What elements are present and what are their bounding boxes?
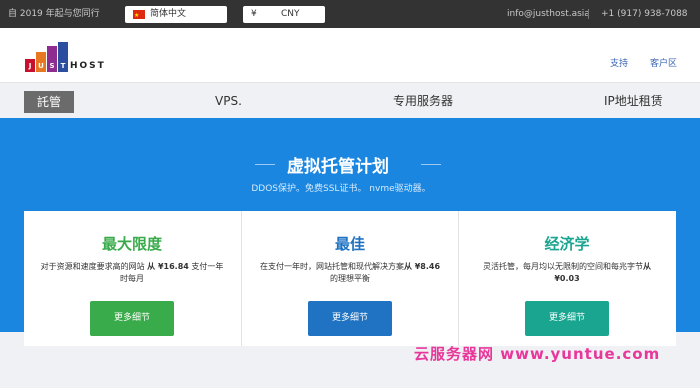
- main-nav: 託管 VPS. 专用服务器 IP地址租赁: [0, 82, 700, 119]
- title-decoration-line: [421, 164, 441, 165]
- since-text: 自 2019 年起与您同行: [8, 9, 100, 19]
- plan-desc-text: 在支付一年时，网站托管和现代解决方案: [259, 262, 404, 271]
- logo-letter: U: [38, 62, 44, 70]
- plan-card-optimal: 最佳 在支付一年时，网站托管和现代解决方案从 ¥8.46 的理想平衡 更多细节: [241, 211, 458, 346]
- logo-host-text: HOST: [70, 61, 106, 71]
- hero-title: 虚拟托管计划: [287, 157, 389, 177]
- plan-description: 在支付一年时，网站托管和现代解决方案从 ¥8.46 的理想平衡: [256, 261, 444, 285]
- plan-title: 最佳: [334, 235, 365, 253]
- plan-desc-text: 灵活托管，每月均以无限制的空间和每兆字节: [483, 262, 643, 271]
- top-bar: 自 2019 年起与您同行 简体中文 ¥ CNY info@justhost.a…: [0, 0, 700, 28]
- plan-desc-text: 的理想平衡: [330, 274, 370, 283]
- nav-item-dedicated[interactable]: 专用服务器: [393, 83, 453, 119]
- support-link[interactable]: 支持: [610, 56, 628, 69]
- nav-item-ip-rental[interactable]: IP地址租赁: [604, 83, 663, 119]
- language-select[interactable]: 简体中文: [125, 6, 227, 24]
- email-link[interactable]: info@justhost.asia: [507, 0, 590, 28]
- plan-card-maximum: 最大限度 对于资源和速度要求高的网站 从 ¥16.84 支付一年时每月 更多细节: [24, 211, 240, 346]
- watermark-text: 云服务器网 www.yuntue.com: [414, 345, 661, 363]
- plan-card-economy: 经济学 灵活托管，每月均以无限制的空间和每兆字节从 ¥0.03 更多细节: [458, 211, 675, 346]
- plan-description: 对于资源和速度要求高的网站 从 ¥16.84 支付一年时每月: [38, 261, 226, 285]
- plan-description: 灵活托管，每月均以无限制的空间和每兆字节从 ¥0.03: [473, 261, 661, 285]
- client-area-link[interactable]: 客户区: [650, 56, 677, 69]
- phone-link[interactable]: +1 (917) 938-7088: [601, 0, 688, 28]
- language-label: 简体中文: [150, 9, 187, 19]
- hero-subtitle: DDOS保护。免费SSL证书。 nvme驱动器。: [251, 184, 431, 194]
- nav-item-vps[interactable]: VPS.: [215, 83, 242, 119]
- logo-letter: S: [49, 62, 55, 70]
- logo-letter: J: [28, 62, 32, 70]
- china-flag-icon: [133, 7, 145, 24]
- nav-item-hosting[interactable]: 託管: [24, 91, 74, 113]
- plan-price: 从 ¥16.84: [147, 262, 189, 271]
- site-header: J U S T HOST 支持 客户区: [0, 28, 700, 82]
- currency-symbol: ¥: [251, 9, 257, 19]
- logo-letter: T: [60, 62, 66, 70]
- plan-title: 最大限度: [101, 235, 162, 253]
- currency-label: CNY: [281, 9, 300, 19]
- plan-desc-text: 对于资源和速度要求高的网站: [40, 262, 148, 271]
- topbar-divider: [588, 9, 589, 19]
- plan-cards: 最大限度 对于资源和速度要求高的网站 从 ¥16.84 支付一年时每月 更多细节…: [24, 211, 676, 346]
- plan-title: 经济学: [544, 235, 590, 253]
- plan-price: 从 ¥8.46: [403, 262, 441, 271]
- more-details-button[interactable]: 更多细节: [90, 301, 174, 336]
- justhost-logo[interactable]: J U S T HOST: [25, 42, 120, 72]
- currency-select[interactable]: ¥ CNY: [243, 6, 325, 23]
- more-details-button[interactable]: 更多细节: [308, 301, 392, 336]
- more-details-button[interactable]: 更多细节: [525, 301, 609, 336]
